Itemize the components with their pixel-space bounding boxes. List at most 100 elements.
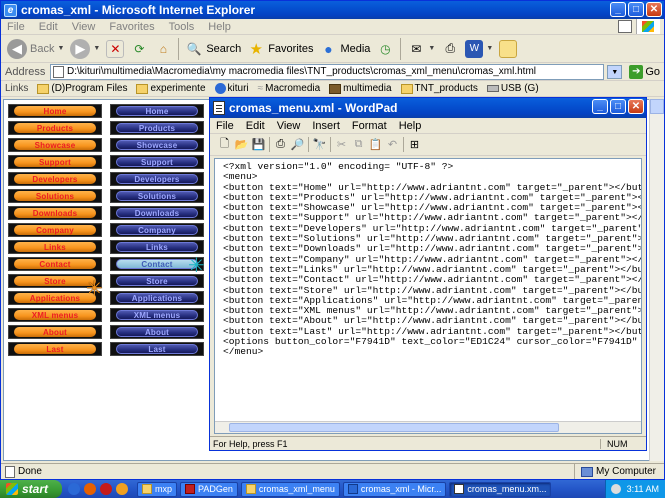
copy-icon[interactable]: ⧉ — [352, 138, 365, 151]
blue-menu-button-home[interactable]: Home — [110, 104, 204, 118]
address-input[interactable]: D:\kituri\multimedia\Macromedia\my macro… — [50, 63, 605, 80]
menu-insert[interactable]: Insert — [312, 120, 340, 132]
menu-view[interactable]: View — [72, 21, 96, 33]
print-button[interactable]: ⎙ — [441, 40, 459, 58]
orange-menu-button-contact[interactable]: Contact — [8, 257, 102, 271]
link-kituri[interactable]: kituri — [214, 83, 249, 94]
edit-button[interactable]: W ▼ — [465, 39, 493, 58]
blue-menu-button-downloads[interactable]: Downloads — [110, 206, 204, 220]
opera-icon[interactable] — [100, 483, 112, 495]
maximize-button[interactable]: □ — [610, 99, 626, 114]
orange-menu-button-company[interactable]: Company — [8, 223, 102, 237]
blue-menu-button-last[interactable]: Last — [110, 342, 204, 356]
wordpad-titlebar[interactable]: cromas_menu.xml - WordPad _ □ ✕ — [210, 98, 646, 118]
home-button[interactable]: ⌂ — [154, 40, 172, 58]
menu-file[interactable]: File — [216, 120, 234, 132]
insert-object-icon[interactable]: ⊞ — [408, 138, 421, 151]
find-icon[interactable]: 🔭 — [313, 138, 327, 151]
link-multimedia[interactable]: multimedia — [329, 83, 392, 94]
close-button[interactable]: ✕ — [646, 2, 662, 17]
paste-icon[interactable]: 📋 — [369, 138, 383, 151]
go-button[interactable]: ➔ Go — [625, 64, 664, 79]
address-dropdown[interactable]: ▼ — [607, 64, 623, 79]
close-button[interactable]: ✕ — [628, 99, 644, 114]
menu-help[interactable]: Help — [208, 21, 231, 33]
forward-button[interactable]: ▶ ▼ — [70, 38, 100, 59]
media-player-icon[interactable] — [116, 483, 128, 495]
stop-button[interactable]: ✕ — [106, 39, 125, 58]
task-cromas-xml-ie[interactable]: cromas_xml - Micr... — [342, 481, 447, 497]
orange-menu-button-solutions[interactable]: Solutions — [8, 189, 102, 203]
tray-icon[interactable] — [610, 484, 621, 494]
link-program-files[interactable]: (D)Program Files — [37, 83, 127, 94]
print-preview-icon[interactable]: 🔎 — [291, 138, 305, 151]
orange-menu-button-products[interactable]: Products — [8, 121, 102, 135]
print-icon[interactable]: ⎙ — [274, 138, 287, 151]
undo-icon[interactable]: ↶ — [386, 138, 399, 151]
blue-menu-button-links[interactable]: Links — [110, 240, 204, 254]
blue-menu-button-company[interactable]: Company — [110, 223, 204, 237]
menu-favorites[interactable]: Favorites — [109, 21, 154, 33]
orange-menu-button-xml-menus[interactable]: XML menus — [8, 308, 102, 322]
menu-button-label: Solutions — [116, 191, 198, 201]
wordpad-statusbar: For Help, press F1 NUM — [210, 436, 646, 450]
blue-menu-button-xml-menus[interactable]: XML menus — [110, 308, 204, 322]
orange-menu-button-support[interactable]: Support — [8, 155, 102, 169]
save-icon[interactable]: 💾 — [252, 138, 266, 151]
menu-help[interactable]: Help — [399, 120, 422, 132]
link-usb[interactable]: USB (G) — [486, 83, 539, 94]
link-macromedia[interactable]: ≈ Macromedia — [258, 83, 321, 94]
blue-menu-button-solutions[interactable]: Solutions — [110, 189, 204, 203]
blue-menu-button-developers[interactable]: Developers — [110, 172, 204, 186]
language-icon[interactable] — [618, 20, 632, 33]
task-padgen[interactable]: PADGen — [180, 481, 238, 497]
orange-menu-button-developers[interactable]: Developers — [8, 172, 102, 186]
forward-arrow-icon: ▶ — [70, 38, 91, 59]
orange-menu-button-last[interactable]: Last — [8, 342, 102, 356]
mail-button[interactable]: ✉ ▼ — [407, 40, 435, 58]
blue-menu-button-applications[interactable]: Applications — [110, 291, 204, 305]
blue-menu-button-support[interactable]: Support — [110, 155, 204, 169]
scroll-up-button[interactable] — [650, 99, 664, 114]
maximize-button[interactable]: □ — [628, 2, 644, 17]
media-button[interactable]: ● Media — [319, 40, 370, 58]
history-button[interactable]: ◷ — [376, 40, 394, 58]
link-experimente[interactable]: experimente — [136, 83, 206, 94]
menu-tools[interactable]: Tools — [169, 21, 195, 33]
orange-menu-button-downloads[interactable]: Downloads — [8, 206, 102, 220]
menu-edit[interactable]: Edit — [39, 21, 58, 33]
new-icon[interactable]: 🗋 — [218, 138, 231, 151]
orange-menu-button-home[interactable]: Home — [8, 104, 102, 118]
minimize-button[interactable]: _ — [592, 99, 608, 114]
back-button[interactable]: ◀ Back ▼ — [7, 38, 64, 59]
cut-icon[interactable]: ✂ — [335, 138, 348, 151]
scroll-thumb[interactable] — [229, 423, 559, 432]
menu-view[interactable]: View — [277, 120, 301, 132]
link-tnt-products[interactable]: TNT_products — [400, 83, 478, 94]
document-area[interactable]: <?xml version="1.0" encoding= "UTF-8" ?>… — [214, 158, 642, 434]
orange-menu-button-showcase[interactable]: Showcase — [8, 138, 102, 152]
blue-menu-button-showcase[interactable]: Showcase — [110, 138, 204, 152]
menu-format[interactable]: Format — [352, 120, 387, 132]
start-button[interactable]: start — [0, 480, 62, 498]
ie-icon[interactable] — [68, 483, 80, 495]
horizontal-scrollbar[interactable] — [215, 421, 641, 433]
menu-file[interactable]: File — [7, 21, 25, 33]
ie-titlebar[interactable]: e cromas_xml - Microsoft Internet Explor… — [1, 1, 664, 19]
orange-menu-button-links[interactable]: Links — [8, 240, 102, 254]
blue-menu-button-products[interactable]: Products — [110, 121, 204, 135]
refresh-button[interactable]: ⟳ — [130, 40, 148, 58]
menu-edit[interactable]: Edit — [246, 120, 265, 132]
vertical-scrollbar[interactable] — [649, 99, 664, 461]
open-icon[interactable]: 📂 — [235, 138, 249, 151]
blue-menu-button-about[interactable]: About — [110, 325, 204, 339]
favorites-button[interactable]: ★ Favorites — [247, 40, 313, 58]
search-button[interactable]: 🔍 Search — [185, 40, 241, 58]
minimize-button[interactable]: _ — [610, 2, 626, 17]
task-cromas-xml-menu[interactable]: cromas_xml_menu — [240, 481, 340, 497]
task-mxp[interactable]: mxp — [137, 481, 178, 497]
discuss-button[interactable] — [499, 39, 518, 58]
orange-menu-button-about[interactable]: About — [8, 325, 102, 339]
task-wordpad[interactable]: cromas_menu.xm... — [449, 481, 552, 497]
firefox-icon[interactable] — [84, 483, 96, 495]
